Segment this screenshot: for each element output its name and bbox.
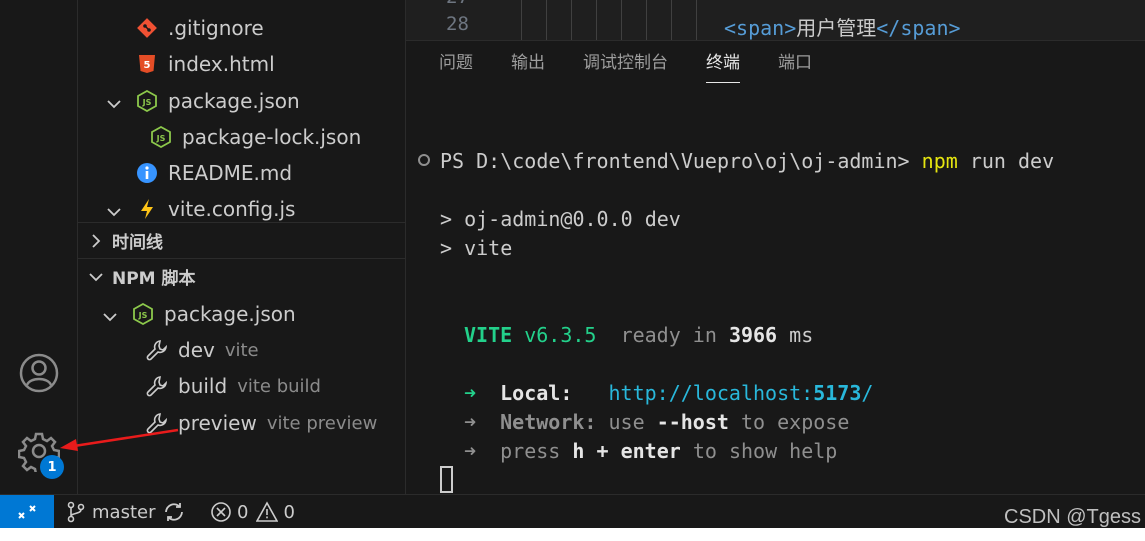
- vite-icon: [134, 196, 160, 222]
- file-item-index-html[interactable]: 5 index.html: [78, 46, 406, 82]
- chevron-down-icon: [88, 269, 104, 285]
- nodejs-icon: JS: [134, 88, 160, 114]
- account-icon[interactable]: [16, 350, 62, 396]
- command-decoration-icon[interactable]: [418, 154, 430, 166]
- script-name: preview: [178, 411, 257, 435]
- remote-indicator[interactable]: [0, 495, 54, 529]
- file-name: index.html: [168, 52, 275, 76]
- chevron-down-icon: [102, 306, 118, 322]
- nodejs-icon: JS: [130, 301, 156, 327]
- file-name: package.json: [168, 89, 300, 113]
- sidebar: .gitignore 5 index.html JS package.json …: [78, 0, 406, 494]
- git-branch-icon: [67, 501, 85, 523]
- error-icon: [211, 502, 231, 522]
- chevron-right-icon: [88, 233, 104, 249]
- status-bar: master 0 0: [0, 494, 1145, 529]
- npm-script-dev[interactable]: dev vite: [78, 332, 406, 368]
- npm-scripts-label: NPM 脚本: [112, 269, 196, 289]
- code-editor[interactable]: 27 28 <span>用户管理</span>: [406, 0, 1145, 40]
- npm-scripts-section-header[interactable]: NPM 脚本: [78, 258, 406, 294]
- local-url-link[interactable]: http://localhost:5173/: [609, 381, 874, 405]
- warning-count: 0: [283, 501, 295, 523]
- terminal-output: > oj-admin@0.0.0 dev: [440, 207, 681, 231]
- help-line: ➜ press h + enter to show help: [464, 439, 838, 463]
- bottom-panel: 问题 输出 调试控制台 终端 端口 PS D:\code\frontend\Vu…: [406, 40, 1145, 494]
- npm-script-build[interactable]: build vite build: [78, 368, 406, 404]
- file-name: package-lock.json: [182, 125, 362, 149]
- nodejs-icon: JS: [148, 124, 174, 150]
- git-icon: [134, 15, 160, 41]
- script-command: vite: [224, 339, 259, 361]
- svg-text:JS: JS: [156, 134, 166, 143]
- script-command: vite preview: [266, 412, 378, 434]
- vite-ready-line: VITE v6.3.5 ready in 3966 ms: [464, 323, 814, 347]
- svg-text:5: 5: [144, 60, 151, 71]
- sync-button[interactable]: [162, 495, 186, 529]
- file-name: vite.config.js: [168, 197, 296, 221]
- bottom-strip: [0, 528, 1145, 541]
- remote-icon: [18, 505, 36, 519]
- line-number: 27: [446, 0, 469, 8]
- network-line: ➜ Network: use --host to expose: [464, 410, 850, 434]
- script-command: vite build: [237, 375, 321, 397]
- code-line: <span>用户管理</span>: [724, 16, 961, 40]
- file-item-package-lock-json[interactable]: JS package-lock.json: [78, 119, 406, 155]
- file-name: README.md: [168, 161, 293, 185]
- sync-icon: [165, 503, 183, 521]
- warning-icon: [256, 501, 279, 522]
- local-url-line: ➜ Local: http://localhost:5173/: [464, 381, 874, 405]
- svg-text:JS: JS: [142, 98, 152, 107]
- npm-package-name: package.json: [164, 302, 296, 326]
- file-item-gitignore[interactable]: .gitignore: [78, 10, 406, 46]
- chevron-down-icon: [106, 93, 122, 109]
- html-icon: 5: [134, 51, 160, 77]
- timeline-label: 时间线: [112, 233, 163, 253]
- terminal-cursor: [440, 466, 453, 493]
- script-name: build: [178, 374, 228, 398]
- file-item-package-json[interactable]: JS package.json: [78, 83, 406, 119]
- chevron-down-icon: [106, 201, 122, 217]
- line-number: 28: [446, 13, 469, 35]
- terminal-output: > vite: [440, 236, 513, 260]
- wrench-icon: [144, 337, 170, 363]
- script-name: dev: [178, 338, 215, 362]
- wrench-icon: [144, 373, 170, 399]
- npm-package-item[interactable]: JS package.json: [78, 296, 406, 332]
- file-item-readme[interactable]: README.md: [78, 155, 406, 191]
- npm-script-preview[interactable]: preview vite preview: [78, 405, 406, 441]
- terminal-prompt-line: PS D:\code\frontend\Vuepro\oj\oj-admin> …: [440, 149, 1055, 173]
- activity-bar: 1: [0, 0, 78, 494]
- error-count: 0: [237, 501, 249, 523]
- problems-indicator[interactable]: 0 0: [210, 495, 295, 529]
- svg-text:JS: JS: [138, 311, 148, 320]
- timeline-section-header[interactable]: 时间线: [78, 222, 406, 258]
- branch-name: master: [92, 501, 156, 523]
- wrench-icon: [144, 410, 170, 436]
- watermark: CSDN @Tgess: [1004, 506, 1141, 528]
- settings-badge: 1: [40, 455, 64, 479]
- info-icon: [134, 160, 160, 186]
- terminal[interactable]: PS D:\code\frontend\Vuepro\oj\oj-admin> …: [406, 41, 1145, 493]
- file-name: .gitignore: [168, 16, 264, 40]
- branch-indicator[interactable]: master: [66, 495, 155, 529]
